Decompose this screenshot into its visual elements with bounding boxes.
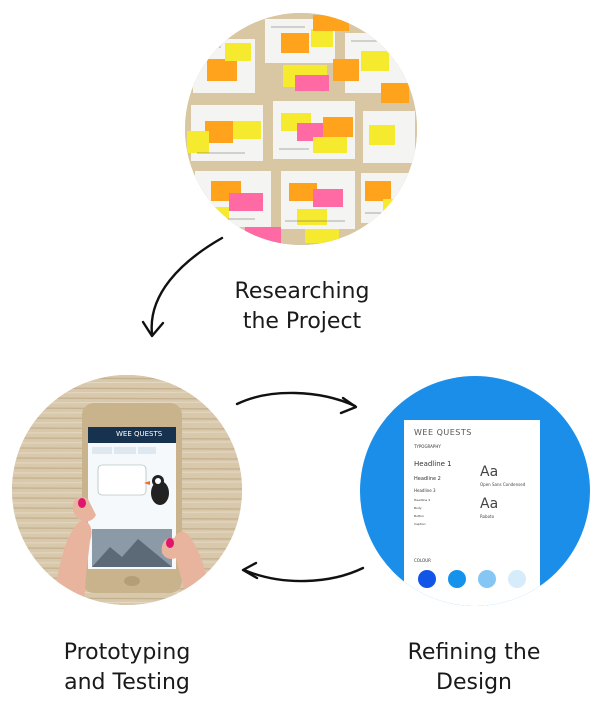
typography-heading: TYPOGRAPHY — [414, 444, 441, 449]
button-style: Button — [414, 514, 425, 518]
body-style: Body — [414, 506, 422, 510]
prototype-caption-line2: and Testing — [64, 670, 190, 695]
headline-1: Headline 1 — [414, 460, 452, 468]
swatch-2 — [448, 570, 466, 588]
swatch-1 — [418, 570, 436, 588]
style-guide-photo: WEE QUESTS TYPOGRAPHY Headline 1 Headlin… — [360, 376, 590, 606]
headline-3: Headline 3 — [414, 488, 436, 493]
font-sample-2-glyph: Aa — [480, 496, 499, 512]
headline-2: Headline 2 — [414, 476, 441, 482]
swatch-4 — [508, 570, 526, 588]
research-photo — [185, 13, 417, 245]
style-guide-logo: WEE QUESTS — [414, 428, 472, 437]
swatch-3 — [478, 570, 496, 588]
prototype-caption-line1: Prototyping — [63, 640, 191, 665]
style-guide-sheet: WEE QUESTS TYPOGRAPHY Headline 1 Headlin… — [404, 420, 540, 606]
caption-style: Caption — [414, 522, 426, 526]
headline-4: Headline 4 — [414, 498, 431, 502]
refine-caption-line1: Refining the — [407, 640, 541, 665]
refine-caption: Refining the Design — [394, 638, 554, 698]
arrow-refine-to-prototype — [242, 566, 365, 583]
arrow-research-to-prototype — [150, 236, 224, 336]
research-caption: Researching the Project — [222, 277, 382, 337]
phone-app-title: WEE QUESTS — [116, 430, 163, 438]
colour-heading: COLOUR — [414, 558, 431, 563]
research-caption-line1: Researching — [234, 279, 370, 304]
font-sample-1-glyph: Aa — [480, 464, 499, 480]
research-caption-line2: the Project — [242, 309, 362, 334]
font-sample-1-name: Open Sans Condensed — [480, 482, 526, 487]
refine-caption-line2: Design — [436, 670, 512, 695]
prototype-photo: WEE QUESTS — [12, 375, 242, 605]
prototype-caption: Prototyping and Testing — [42, 638, 212, 698]
arrow-prototype-to-refine — [235, 391, 357, 408]
font-sample-2-name: Roboto — [480, 514, 495, 519]
